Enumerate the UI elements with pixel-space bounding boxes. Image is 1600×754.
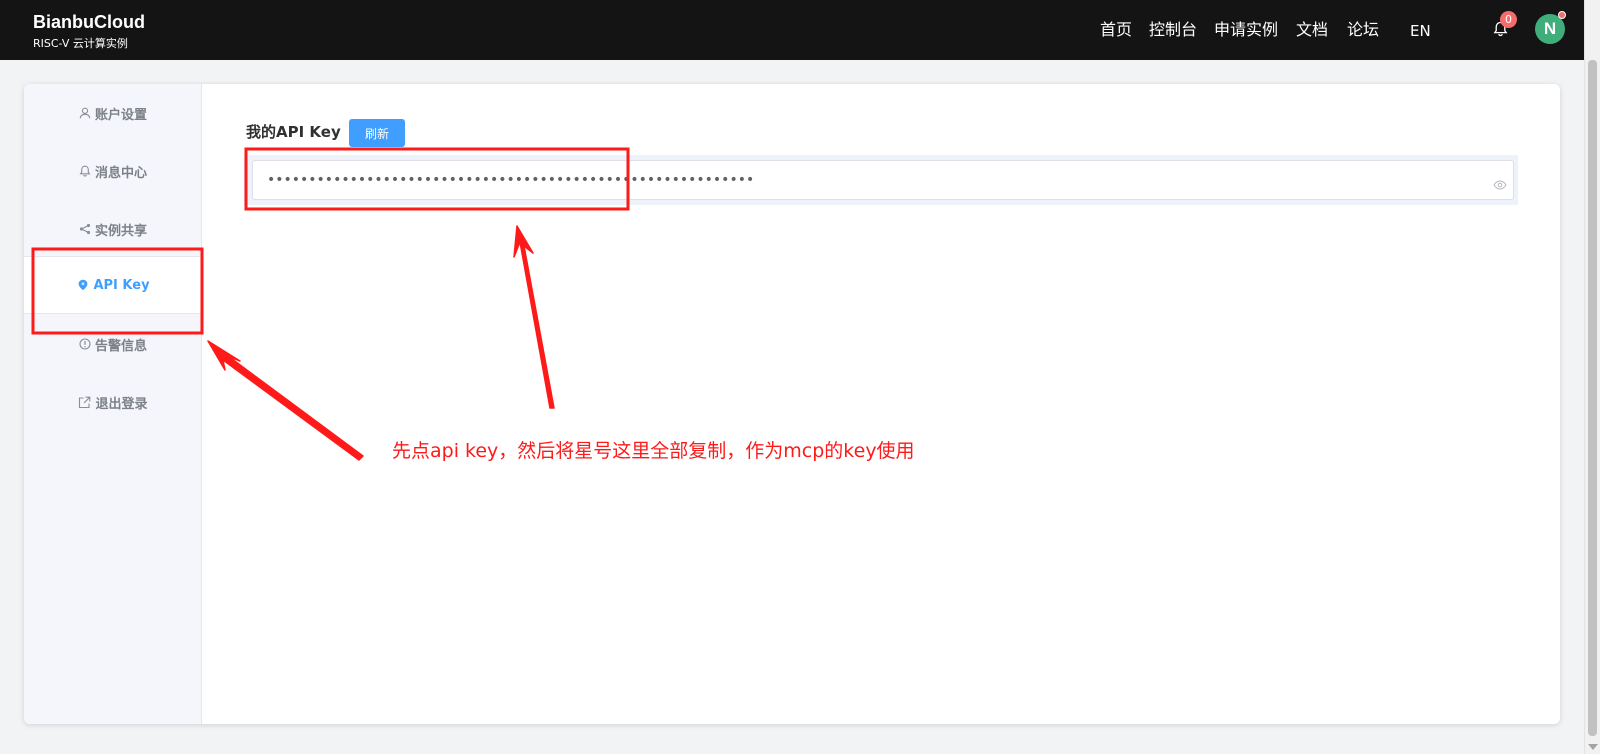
sidebar-item-instance-share[interactable]: 实例共享 [24,200,202,258]
sidebar-item-alerts[interactable]: 告警信息 [24,315,202,373]
scroll-down-arrow-icon[interactable] [1588,744,1598,750]
logout-icon [78,396,91,409]
sidebar-item-label: 告警信息 [94,338,147,354]
nav-console[interactable]: 控制台 [1149,19,1197,41]
api-key-title: 我的API Key [246,123,341,141]
brand-logo[interactable]: BianbuCloud RISC-V 云计算实例 [33,10,145,52]
sidebar-item-label: API Key [93,277,150,293]
page-scrollbar[interactable] [1584,0,1600,754]
nav-docs[interactable]: 文档 [1296,19,1328,41]
sidebar: 账户设置 消息中心 实例共享 API Key 告警信息 退出登录 [24,84,203,724]
sidebar-item-logout[interactable]: 退出登录 [24,373,202,431]
warning-icon [79,338,91,350]
settings-card: 账户设置 消息中心 实例共享 API Key 告警信息 退出登录 我的API K… [24,84,1560,724]
scrollbar-thumb[interactable] [1588,60,1597,736]
key-icon [77,279,89,291]
sidebar-item-label: 消息中心 [94,165,147,181]
eye-icon[interactable] [1493,175,1507,194]
sidebar-item-label: 退出登录 [95,396,148,412]
sidebar-item-api-key[interactable]: API Key [24,256,203,314]
nav-home[interactable]: 首页 [1100,19,1132,41]
nav-apply-instance[interactable]: 申请实例 [1214,19,1278,41]
notification-badge: 0 [1500,11,1517,28]
share-icon [79,223,91,235]
brand-subtitle: RISC-V 云计算实例 [33,37,128,50]
top-navbar: BianbuCloud RISC-V 云计算实例 首页 控制台 申请实例 文档 … [0,0,1584,60]
nav-forum[interactable]: 论坛 [1347,19,1379,41]
brand-title: BianbuCloud [33,12,145,32]
bell-icon [79,165,91,177]
api-key-field[interactable] [252,160,1514,200]
avatar-status-dot [1558,11,1566,19]
sidebar-item-label: 账户设置 [94,107,147,123]
language-switch[interactable]: EN [1410,20,1431,42]
user-icon [79,107,91,119]
annotation-text: 先点api key，然后将星号这里全部复制，作为mcp的key使用 [392,440,915,462]
sidebar-item-label: 实例共享 [94,223,147,239]
sidebar-item-account-settings[interactable]: 账户设置 [24,84,202,142]
notification-button[interactable]: 0 [1490,11,1517,41]
api-key-panel: 我的API Key 刷新 [203,84,1560,724]
refresh-button[interactable]: 刷新 [349,119,405,147]
sidebar-item-message-center[interactable]: 消息中心 [24,142,202,200]
